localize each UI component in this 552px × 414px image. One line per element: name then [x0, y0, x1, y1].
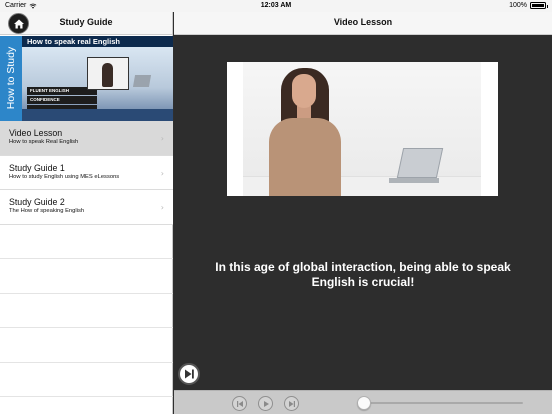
banner-heading: How to speak real English — [22, 36, 173, 47]
app-root: Carrier 12:03 AM 100% Study Guide How to… — [0, 0, 552, 414]
banner-presenter — [102, 63, 113, 87]
right-nav-bar: Video Lesson — [174, 12, 552, 35]
status-right: 100% — [509, 2, 548, 9]
progress-slider[interactable] — [357, 396, 523, 410]
empty-list-row — [0, 294, 173, 328]
list-item-study-guide-2[interactable]: Study Guide 2 The How of speaking Englis… — [0, 190, 173, 225]
skip-next-icon — [288, 400, 295, 407]
video-frame[interactable] — [227, 62, 498, 196]
banner-book: CONFIDENCE — [27, 96, 97, 104]
next-lesson-button[interactable] — [178, 363, 200, 385]
empty-list-row — [0, 328, 173, 363]
chevron-right-icon: › — [160, 168, 164, 178]
detail-nav-title: Video Lesson — [333, 17, 393, 27]
battery-percent: 100% — [509, 2, 527, 9]
banner-laptop — [132, 75, 152, 87]
empty-list-row — [0, 225, 173, 259]
banner-monitor — [87, 57, 129, 90]
status-time: 12:03 AM — [260, 2, 292, 9]
previous-button[interactable] — [232, 396, 247, 411]
list-item-title: Video Lesson — [9, 128, 63, 138]
left-nav-title: Study Guide — [59, 17, 113, 27]
empty-list-row — [0, 363, 173, 397]
banner-image: FLUENT ENGLISH CONFIDENCE — [22, 47, 173, 121]
list-item-study-guide-1[interactable]: Study Guide 1 How to study English using… — [0, 155, 173, 190]
battery-icon — [530, 2, 548, 9]
list-item-video-lesson[interactable]: Video Lesson How to speak Real English › — [0, 121, 173, 156]
lesson-caption: In this age of global interaction, being… — [215, 260, 511, 289]
empty-list-row — [0, 259, 173, 294]
next-button[interactable] — [284, 396, 299, 411]
list-item-subtitle: The How of speaking English — [9, 208, 85, 214]
list-item-subtitle: How to speak Real English — [9, 139, 79, 145]
list-item-subtitle: How to study English using MES eLessons — [9, 173, 120, 180]
play-button[interactable] — [258, 396, 273, 411]
course-banner: How to Study How to speak real English F… — [0, 36, 173, 121]
progress-thumb[interactable] — [357, 396, 371, 410]
skip-previous-icon — [236, 400, 243, 407]
video-laptop — [396, 148, 444, 178]
list-item-title: Study Guide 2 — [9, 197, 65, 207]
skip-next-icon — [185, 369, 194, 379]
play-icon — [263, 400, 269, 407]
status-bar: Carrier 12:03 AM 100% — [0, 0, 552, 12]
chevron-right-icon: › — [160, 203, 164, 212]
video-laptop-base — [389, 178, 439, 183]
player-controls — [174, 390, 552, 414]
chevron-right-icon: › — [160, 134, 164, 143]
lesson-list: Video Lesson How to speak Real English ›… — [0, 121, 173, 397]
detail-panel: Video Lesson In this age of global inter… — [174, 12, 552, 414]
master-panel: Study Guide How to Study How to speak re… — [0, 12, 173, 414]
list-item-title: Study Guide 1 — [9, 162, 65, 173]
banner-vertical-text: How to Study — [5, 46, 17, 110]
left-nav-bar: Study Guide — [0, 12, 172, 35]
banner-desk — [22, 109, 173, 121]
banner-side-strip: How to Study — [0, 36, 22, 121]
presenter-body — [269, 118, 341, 196]
presenter-face — [292, 74, 316, 108]
